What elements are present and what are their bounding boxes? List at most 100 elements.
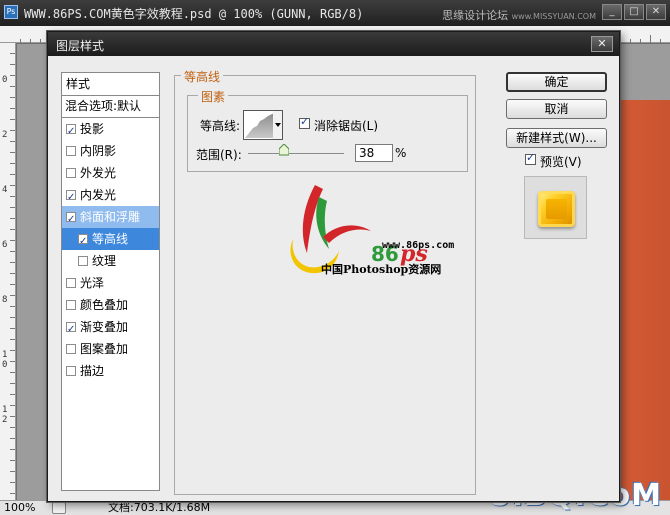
style-item-10[interactable]: 图案叠加 bbox=[62, 338, 159, 360]
ruler-tick bbox=[10, 427, 15, 428]
new-style-button[interactable]: 新建样式(W)... bbox=[506, 128, 607, 148]
ruler-tick bbox=[10, 405, 15, 406]
cancel-button[interactable]: 取消 bbox=[506, 99, 607, 119]
dialog-titlebar[interactable]: 图层样式 ✕ bbox=[48, 32, 619, 56]
style-item-label: 等高线 bbox=[92, 232, 129, 246]
style-item-5[interactable]: 等高线 bbox=[62, 228, 159, 253]
style-item-7[interactable]: 光泽 bbox=[62, 272, 159, 294]
ruler-tick bbox=[10, 229, 15, 230]
ruler-tick bbox=[10, 64, 15, 65]
elements-group-title: 图素 bbox=[198, 88, 229, 105]
style-item-9[interactable]: 渐变叠加 bbox=[62, 316, 159, 341]
vertical-ruler[interactable]: 0 2 4 6 8 1 0 1 2 bbox=[0, 43, 16, 500]
ruler-tick bbox=[10, 273, 15, 274]
minimize-button[interactable]: _ bbox=[602, 4, 622, 20]
ruler-tick bbox=[10, 471, 15, 472]
range-slider-thumb[interactable] bbox=[279, 144, 290, 156]
window-close-button[interactable]: ✕ bbox=[646, 4, 666, 20]
ruler-tick bbox=[650, 35, 651, 43]
style-item-3[interactable]: 内发光 bbox=[62, 184, 159, 209]
style-checkbox[interactable] bbox=[66, 209, 76, 231]
ruler-tick bbox=[10, 361, 15, 362]
ruler-number: 4 bbox=[2, 185, 8, 195]
styles-list: 样式 混合选项:默认 投影内阴影外发光内发光斜面和浮雕等高线纹理光泽颜色叠加渐变… bbox=[61, 72, 160, 491]
ruler-tick bbox=[10, 86, 15, 87]
style-checkbox[interactable] bbox=[66, 187, 76, 209]
maximize-button[interactable]: □ bbox=[624, 4, 644, 20]
style-item-label: 图案叠加 bbox=[80, 342, 129, 356]
ruler-number: 1 0 bbox=[2, 350, 8, 370]
zoom-readout[interactable]: 100% bbox=[4, 501, 35, 514]
ruler-tick bbox=[10, 394, 15, 395]
style-checkbox[interactable] bbox=[78, 231, 88, 253]
style-item-0[interactable]: 投影 bbox=[62, 118, 159, 143]
style-item-11[interactable]: 描边 bbox=[62, 360, 159, 382]
style-item-6[interactable]: 纹理 bbox=[62, 250, 159, 272]
range-label: 范围(R): bbox=[196, 148, 242, 162]
ruler-tick bbox=[10, 416, 15, 417]
photoshop-app-icon: Ps bbox=[4, 5, 18, 19]
style-checkbox[interactable] bbox=[66, 146, 76, 156]
style-checkbox[interactable] bbox=[66, 278, 76, 288]
ok-button[interactable]: 确定 bbox=[506, 72, 607, 92]
ruler-tick bbox=[10, 108, 15, 109]
ruler-tick bbox=[30, 39, 31, 43]
ruler-tick bbox=[40, 39, 41, 43]
ruler-tick bbox=[10, 207, 15, 208]
styles-header[interactable]: 样式 bbox=[62, 73, 159, 96]
style-item-label: 外发光 bbox=[80, 166, 117, 180]
style-checkbox[interactable] bbox=[66, 319, 76, 341]
contour-dropdown-arrow[interactable] bbox=[273, 110, 283, 140]
range-slider-track[interactable] bbox=[248, 153, 344, 154]
document-info[interactable]: 文档:703.1K/1.68M bbox=[108, 501, 210, 514]
ruler-tick bbox=[10, 460, 15, 461]
style-checkbox[interactable] bbox=[66, 366, 76, 376]
style-item-label: 描边 bbox=[80, 364, 105, 378]
ruler-tick bbox=[10, 174, 15, 175]
preview-checkbox[interactable] bbox=[525, 151, 536, 165]
ruler-number: 1 2 bbox=[2, 405, 8, 425]
watermark-top-text: 思缘设计论坛 bbox=[442, 9, 509, 22]
preview-label[interactable]: 预览(V) bbox=[540, 153, 582, 170]
blending-options-item[interactable]: 混合选项:默认 bbox=[62, 96, 159, 118]
style-item-label: 光泽 bbox=[80, 276, 105, 290]
ruler-tick bbox=[10, 152, 15, 153]
style-item-label: 内发光 bbox=[80, 188, 117, 202]
style-checkbox[interactable] bbox=[66, 344, 76, 354]
ruler-tick bbox=[10, 372, 15, 373]
dialog-close-button[interactable]: ✕ bbox=[591, 36, 613, 52]
style-item-label: 斜面和浮雕 bbox=[80, 210, 141, 224]
window-controls: _ □ ✕ bbox=[602, 4, 666, 20]
ruler-tick bbox=[10, 449, 15, 450]
ruler-tick bbox=[10, 97, 15, 98]
style-item-2[interactable]: 外发光 bbox=[62, 162, 159, 184]
ruler-tick bbox=[10, 493, 15, 494]
antialias-label[interactable]: 消除锯齿(L) bbox=[314, 117, 378, 134]
style-checkbox[interactable] bbox=[66, 300, 76, 310]
ruler-tick bbox=[10, 240, 15, 241]
logo-tagline: 中国Photoshop资源网 bbox=[321, 263, 442, 276]
style-item-8[interactable]: 颜色叠加 bbox=[62, 294, 159, 316]
ruler-tick bbox=[10, 482, 15, 483]
ruler-tick bbox=[10, 438, 15, 439]
ruler-tick bbox=[10, 163, 15, 164]
style-item-label: 投影 bbox=[80, 122, 105, 136]
ruler-tick bbox=[10, 383, 15, 384]
ruler-tick bbox=[10, 130, 15, 131]
ruler-tick bbox=[660, 39, 661, 43]
style-checkbox[interactable] bbox=[78, 256, 88, 266]
style-checkbox[interactable] bbox=[66, 121, 76, 143]
ps-titlebar: Ps WWW.86PS.COM黄色字效教程.psd @ 100% (GUNN, … bbox=[0, 0, 670, 26]
navigator-icon[interactable] bbox=[52, 502, 66, 514]
ruler-tick bbox=[10, 317, 15, 318]
style-items: 投影内阴影外发光内发光斜面和浮雕等高线纹理光泽颜色叠加渐变叠加图案叠加描边 bbox=[62, 118, 159, 382]
style-item-label: 内阴影 bbox=[80, 144, 117, 158]
style-checkbox[interactable] bbox=[66, 168, 76, 178]
ruler-number: 6 bbox=[2, 240, 8, 250]
style-item-1[interactable]: 内阴影 bbox=[62, 140, 159, 162]
style-item-4[interactable]: 斜面和浮雕 bbox=[62, 206, 159, 231]
ruler-tick bbox=[10, 119, 15, 120]
style-preview-thumbnail bbox=[524, 176, 587, 239]
antialias-checkbox[interactable] bbox=[299, 115, 310, 129]
range-input[interactable]: 38 bbox=[355, 144, 393, 162]
